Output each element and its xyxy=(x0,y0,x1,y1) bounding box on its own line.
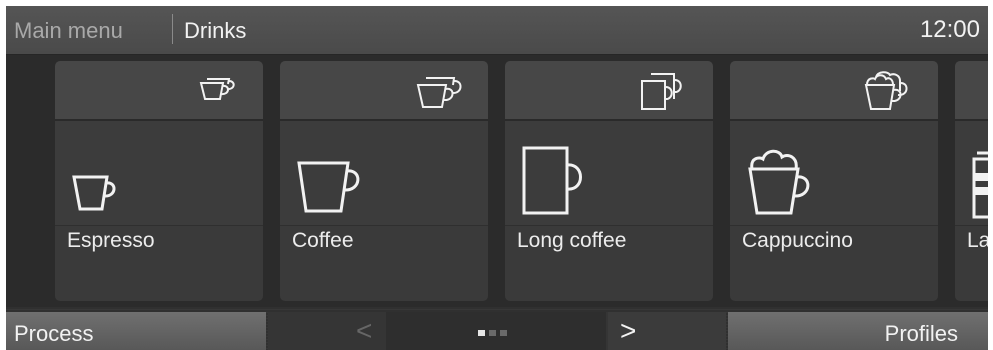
tile-double-portion-area[interactable] xyxy=(505,61,713,121)
espresso-cup-icon xyxy=(72,175,116,211)
latte-glass-icon xyxy=(972,151,988,219)
drink-tile-cappuccino[interactable]: Cappuccino xyxy=(730,61,938,301)
page-title: Drinks xyxy=(184,18,247,43)
page-indicator xyxy=(386,312,606,350)
tile-double-portion-area[interactable] xyxy=(55,61,263,121)
main-menu-link[interactable]: Main menu xyxy=(14,18,123,44)
drink-label: Coffee xyxy=(292,229,354,252)
drinks-screen: Main menu Drinks 12:00 Espresso Coffee L… xyxy=(6,6,988,350)
chevron-left-icon: < xyxy=(356,315,373,346)
cappuccino-double-cup-icon xyxy=(864,71,908,110)
chevron-right-icon: > xyxy=(620,315,637,346)
header-bar: Main menu Drinks 12:00 xyxy=(6,6,988,55)
process-label: Process xyxy=(14,321,94,346)
previous-page-button[interactable]: < xyxy=(268,312,384,350)
clock: 12:00 xyxy=(919,16,980,43)
coffee-cup-icon xyxy=(297,161,360,213)
espresso-double-cup-icon xyxy=(199,78,235,100)
next-page-button[interactable]: > xyxy=(608,312,726,350)
drink-label: La xyxy=(967,229,988,252)
cappuccino-cup-icon xyxy=(748,149,810,215)
profiles-button[interactable]: Profiles xyxy=(728,312,988,350)
process-button[interactable]: Process xyxy=(6,312,266,350)
drink-label: Espresso xyxy=(67,229,155,252)
drink-label: Cappuccino xyxy=(742,229,853,252)
drink-tile-coffee[interactable]: Coffee xyxy=(280,61,488,301)
drink-tile-latte[interactable]: La xyxy=(955,61,988,301)
coffee-double-cup-icon xyxy=(416,77,462,108)
tile-double-portion-area[interactable] xyxy=(730,61,938,121)
page-dot xyxy=(489,330,496,336)
carousel-navigation: < > xyxy=(268,312,726,350)
drink-tile-long-coffee[interactable]: Long coffee xyxy=(505,61,713,301)
drinks-carousel: Espresso Coffee Long coffee Cappuccino L… xyxy=(6,55,988,307)
drink-tile-espresso[interactable]: Espresso xyxy=(55,61,263,301)
page-dot-active xyxy=(478,330,485,336)
bottom-bar: Process < > Profiles xyxy=(6,312,988,350)
tile-double-portion-area[interactable] xyxy=(955,61,988,121)
header-divider xyxy=(172,14,173,44)
profiles-label: Profiles xyxy=(884,321,958,346)
drink-label: Long coffee xyxy=(517,229,627,252)
long-coffee-double-mug-icon xyxy=(641,73,682,110)
page-dot xyxy=(500,330,507,336)
tile-double-portion-area[interactable] xyxy=(280,61,488,121)
long-coffee-mug-icon xyxy=(522,146,582,215)
